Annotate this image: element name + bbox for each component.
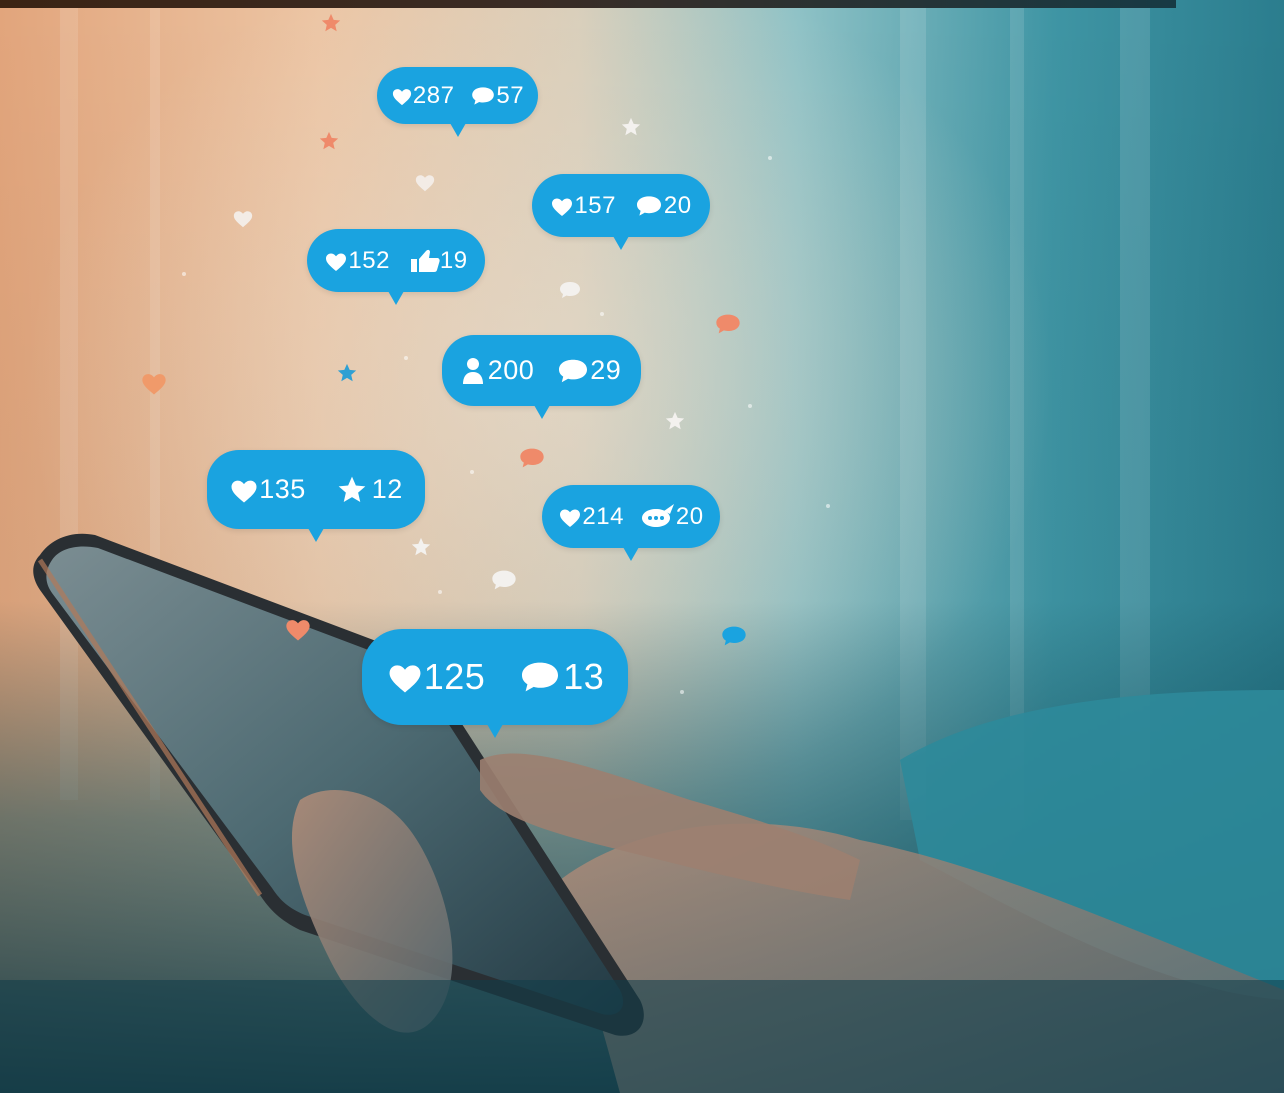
star-icon xyxy=(411,537,431,556)
likes-count: 287 xyxy=(412,81,455,109)
heart-icon xyxy=(392,88,411,105)
star-icon xyxy=(665,411,685,430)
comments-metric: 13 xyxy=(517,659,604,695)
heart-icon xyxy=(560,509,581,527)
heart-icon xyxy=(233,211,253,228)
notification-bubble: 152 19 xyxy=(307,229,485,305)
likes-metric: 125 xyxy=(386,659,486,695)
sparkle xyxy=(182,272,186,276)
comments-metric: 20 xyxy=(634,191,692,219)
star-icon xyxy=(338,476,366,502)
comment-icon xyxy=(716,314,740,334)
followers-metric: 200 xyxy=(462,357,535,385)
sparkle xyxy=(600,312,604,316)
likes-metric: 152 xyxy=(324,246,390,274)
comments-count: 29 xyxy=(590,355,622,385)
notification-bubble: 135 12 xyxy=(207,450,425,542)
sparkle xyxy=(680,690,684,694)
replies-count: 20 xyxy=(675,502,704,530)
likes-count: 152 xyxy=(348,246,390,274)
heart-icon xyxy=(415,175,435,192)
comments-count: 20 xyxy=(663,191,692,219)
heart-icon xyxy=(389,665,421,693)
notification-bubble: 125 13 xyxy=(362,629,628,738)
sparkle xyxy=(826,504,830,508)
likes-count: 125 xyxy=(423,656,486,697)
thumbs-up-icon xyxy=(410,249,440,272)
star-icon xyxy=(321,13,341,32)
notification-bubble: 200 29 xyxy=(442,335,641,419)
comment-icon xyxy=(520,448,544,468)
comments-metric: 57 xyxy=(470,81,525,109)
likes-metric: 214 xyxy=(558,502,624,530)
notification-bubble: 157 20 xyxy=(532,174,710,250)
comments-metric: 29 xyxy=(556,357,621,385)
notification-bubble: 287 57 xyxy=(377,67,538,137)
stars-count: 12 xyxy=(371,474,403,504)
sparkle xyxy=(438,590,442,594)
thumbs-up-count: 19 xyxy=(439,246,468,274)
user-icon xyxy=(462,357,483,384)
top-border-bar xyxy=(0,0,1176,8)
likes-metric: 157 xyxy=(550,191,616,219)
comments-count: 57 xyxy=(496,81,525,109)
heart-icon xyxy=(142,374,166,395)
comment-icon xyxy=(559,359,588,382)
comment-icon xyxy=(636,195,661,216)
star-icon xyxy=(621,117,641,136)
stars-metric: 12 xyxy=(336,474,403,506)
thumbs-up-metric: 19 xyxy=(410,248,468,274)
likes-metric: 135 xyxy=(229,476,306,504)
star-icon xyxy=(337,363,357,382)
chat-dots-icon xyxy=(641,503,674,527)
comments-count: 13 xyxy=(563,656,605,697)
heart-icon xyxy=(231,480,257,502)
sparkle xyxy=(470,470,474,474)
heart-icon xyxy=(326,253,347,271)
sparkle xyxy=(768,156,772,160)
likes-count: 157 xyxy=(574,191,616,219)
comment-icon xyxy=(560,282,580,298)
heart-icon xyxy=(286,620,310,641)
followers-count: 200 xyxy=(487,355,535,385)
likes-count: 135 xyxy=(259,474,306,504)
sparkle xyxy=(748,404,752,408)
comment-icon xyxy=(722,626,746,646)
comment-icon xyxy=(492,570,516,590)
likes-count: 214 xyxy=(582,502,624,530)
star-icon xyxy=(319,131,339,150)
sparkle xyxy=(404,356,408,360)
replies-metric: 20 xyxy=(640,503,704,531)
likes-metric: 287 xyxy=(391,81,455,109)
photo-scene: 287 57 157 20 152 19 200 29 135 12 214 2… xyxy=(0,0,1284,1093)
heart-icon xyxy=(552,198,573,216)
comment-icon xyxy=(472,86,495,105)
comment-icon xyxy=(522,662,559,692)
notification-bubble: 214 20 xyxy=(542,485,720,561)
